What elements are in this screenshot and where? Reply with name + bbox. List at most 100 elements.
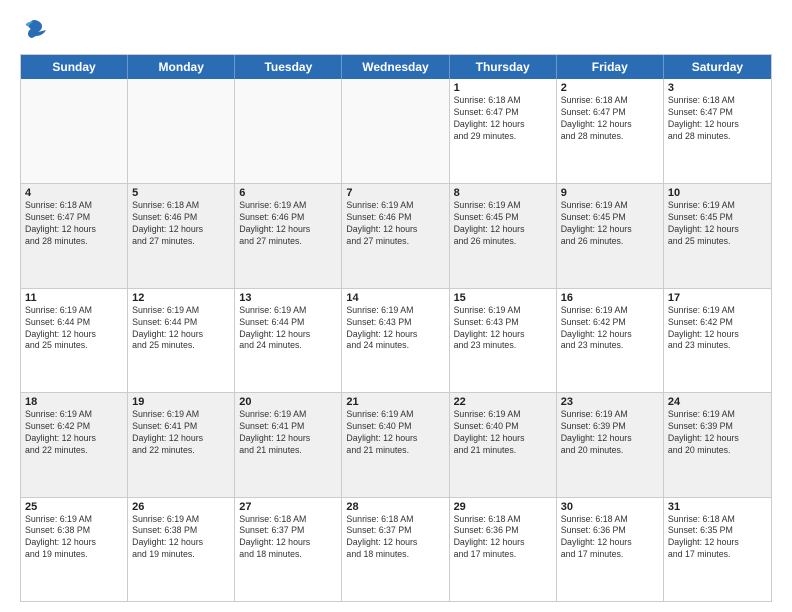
calendar-day: 23Sunrise: 6:19 AM Sunset: 6:39 PM Dayli…	[557, 393, 664, 496]
calendar-day: 27Sunrise: 6:18 AM Sunset: 6:37 PM Dayli…	[235, 498, 342, 601]
day-number: 21	[346, 396, 444, 408]
day-info: Sunrise: 6:19 AM Sunset: 6:44 PM Dayligh…	[239, 305, 337, 353]
day-number: 28	[346, 501, 444, 513]
day-number: 22	[454, 396, 552, 408]
calendar-day: 17Sunrise: 6:19 AM Sunset: 6:42 PM Dayli…	[664, 289, 771, 392]
calendar-day: 3Sunrise: 6:18 AM Sunset: 6:47 PM Daylig…	[664, 79, 771, 183]
calendar-body: 1Sunrise: 6:18 AM Sunset: 6:47 PM Daylig…	[21, 79, 771, 601]
day-number: 24	[668, 396, 767, 408]
day-number: 23	[561, 396, 659, 408]
calendar-day: 13Sunrise: 6:19 AM Sunset: 6:44 PM Dayli…	[235, 289, 342, 392]
calendar-row: 18Sunrise: 6:19 AM Sunset: 6:42 PM Dayli…	[21, 392, 771, 496]
day-info: Sunrise: 6:19 AM Sunset: 6:45 PM Dayligh…	[561, 200, 659, 248]
calendar-day: 15Sunrise: 6:19 AM Sunset: 6:43 PM Dayli…	[450, 289, 557, 392]
calendar-day: 25Sunrise: 6:19 AM Sunset: 6:38 PM Dayli…	[21, 498, 128, 601]
calendar-day: 28Sunrise: 6:18 AM Sunset: 6:37 PM Dayli…	[342, 498, 449, 601]
calendar-day: 6Sunrise: 6:19 AM Sunset: 6:46 PM Daylig…	[235, 184, 342, 287]
day-number: 20	[239, 396, 337, 408]
day-number: 17	[668, 292, 767, 304]
calendar-day: 21Sunrise: 6:19 AM Sunset: 6:40 PM Dayli…	[342, 393, 449, 496]
day-info: Sunrise: 6:19 AM Sunset: 6:45 PM Dayligh…	[668, 200, 767, 248]
day-info: Sunrise: 6:18 AM Sunset: 6:47 PM Dayligh…	[25, 200, 123, 248]
calendar-day: 30Sunrise: 6:18 AM Sunset: 6:36 PM Dayli…	[557, 498, 664, 601]
day-number: 27	[239, 501, 337, 513]
day-info: Sunrise: 6:19 AM Sunset: 6:42 PM Dayligh…	[25, 409, 123, 457]
calendar-day: 16Sunrise: 6:19 AM Sunset: 6:42 PM Dayli…	[557, 289, 664, 392]
day-info: Sunrise: 6:19 AM Sunset: 6:38 PM Dayligh…	[132, 514, 230, 562]
day-info: Sunrise: 6:18 AM Sunset: 6:35 PM Dayligh…	[668, 514, 767, 562]
weekday-header: Thursday	[450, 55, 557, 79]
weekday-header: Friday	[557, 55, 664, 79]
day-info: Sunrise: 6:19 AM Sunset: 6:41 PM Dayligh…	[132, 409, 230, 457]
day-number: 15	[454, 292, 552, 304]
day-info: Sunrise: 6:19 AM Sunset: 6:42 PM Dayligh…	[561, 305, 659, 353]
day-info: Sunrise: 6:19 AM Sunset: 6:39 PM Dayligh…	[561, 409, 659, 457]
logo	[20, 16, 52, 44]
day-info: Sunrise: 6:19 AM Sunset: 6:39 PM Dayligh…	[668, 409, 767, 457]
calendar-day: 7Sunrise: 6:19 AM Sunset: 6:46 PM Daylig…	[342, 184, 449, 287]
day-number: 13	[239, 292, 337, 304]
day-info: Sunrise: 6:19 AM Sunset: 6:45 PM Dayligh…	[454, 200, 552, 248]
day-number: 11	[25, 292, 123, 304]
day-info: Sunrise: 6:18 AM Sunset: 6:47 PM Dayligh…	[668, 95, 767, 143]
page: SundayMondayTuesdayWednesdayThursdayFrid…	[0, 0, 792, 612]
calendar: SundayMondayTuesdayWednesdayThursdayFrid…	[20, 54, 772, 602]
day-number: 4	[25, 187, 123, 199]
calendar-day: 20Sunrise: 6:19 AM Sunset: 6:41 PM Dayli…	[235, 393, 342, 496]
empty-cell	[128, 79, 235, 183]
logo-icon	[20, 16, 48, 44]
day-info: Sunrise: 6:19 AM Sunset: 6:44 PM Dayligh…	[132, 305, 230, 353]
calendar-day: 26Sunrise: 6:19 AM Sunset: 6:38 PM Dayli…	[128, 498, 235, 601]
calendar-day: 11Sunrise: 6:19 AM Sunset: 6:44 PM Dayli…	[21, 289, 128, 392]
day-info: Sunrise: 6:18 AM Sunset: 6:36 PM Dayligh…	[561, 514, 659, 562]
day-number: 14	[346, 292, 444, 304]
calendar-row: 25Sunrise: 6:19 AM Sunset: 6:38 PM Dayli…	[21, 497, 771, 601]
day-number: 6	[239, 187, 337, 199]
calendar-day: 22Sunrise: 6:19 AM Sunset: 6:40 PM Dayli…	[450, 393, 557, 496]
header	[20, 16, 772, 44]
day-number: 29	[454, 501, 552, 513]
day-number: 18	[25, 396, 123, 408]
calendar-header: SundayMondayTuesdayWednesdayThursdayFrid…	[21, 55, 771, 79]
day-info: Sunrise: 6:18 AM Sunset: 6:47 PM Dayligh…	[561, 95, 659, 143]
day-number: 25	[25, 501, 123, 513]
day-number: 2	[561, 82, 659, 94]
day-number: 12	[132, 292, 230, 304]
weekday-header: Wednesday	[342, 55, 449, 79]
day-number: 5	[132, 187, 230, 199]
calendar-day: 8Sunrise: 6:19 AM Sunset: 6:45 PM Daylig…	[450, 184, 557, 287]
day-info: Sunrise: 6:19 AM Sunset: 6:40 PM Dayligh…	[454, 409, 552, 457]
day-number: 10	[668, 187, 767, 199]
day-number: 9	[561, 187, 659, 199]
calendar-row: 4Sunrise: 6:18 AM Sunset: 6:47 PM Daylig…	[21, 183, 771, 287]
day-number: 7	[346, 187, 444, 199]
calendar-day: 1Sunrise: 6:18 AM Sunset: 6:47 PM Daylig…	[450, 79, 557, 183]
calendar-day: 31Sunrise: 6:18 AM Sunset: 6:35 PM Dayli…	[664, 498, 771, 601]
calendar-row: 1Sunrise: 6:18 AM Sunset: 6:47 PM Daylig…	[21, 79, 771, 183]
day-number: 30	[561, 501, 659, 513]
calendar-day: 5Sunrise: 6:18 AM Sunset: 6:46 PM Daylig…	[128, 184, 235, 287]
day-number: 19	[132, 396, 230, 408]
calendar-day: 19Sunrise: 6:19 AM Sunset: 6:41 PM Dayli…	[128, 393, 235, 496]
day-info: Sunrise: 6:19 AM Sunset: 6:41 PM Dayligh…	[239, 409, 337, 457]
day-info: Sunrise: 6:19 AM Sunset: 6:40 PM Dayligh…	[346, 409, 444, 457]
calendar-day: 10Sunrise: 6:19 AM Sunset: 6:45 PM Dayli…	[664, 184, 771, 287]
day-info: Sunrise: 6:18 AM Sunset: 6:36 PM Dayligh…	[454, 514, 552, 562]
calendar-day: 29Sunrise: 6:18 AM Sunset: 6:36 PM Dayli…	[450, 498, 557, 601]
weekday-header: Tuesday	[235, 55, 342, 79]
day-number: 8	[454, 187, 552, 199]
day-info: Sunrise: 6:19 AM Sunset: 6:46 PM Dayligh…	[239, 200, 337, 248]
day-info: Sunrise: 6:19 AM Sunset: 6:46 PM Dayligh…	[346, 200, 444, 248]
weekday-header: Sunday	[21, 55, 128, 79]
day-info: Sunrise: 6:19 AM Sunset: 6:38 PM Dayligh…	[25, 514, 123, 562]
empty-cell	[21, 79, 128, 183]
day-info: Sunrise: 6:18 AM Sunset: 6:37 PM Dayligh…	[239, 514, 337, 562]
day-info: Sunrise: 6:19 AM Sunset: 6:44 PM Dayligh…	[25, 305, 123, 353]
calendar-day: 24Sunrise: 6:19 AM Sunset: 6:39 PM Dayli…	[664, 393, 771, 496]
day-info: Sunrise: 6:18 AM Sunset: 6:37 PM Dayligh…	[346, 514, 444, 562]
day-number: 31	[668, 501, 767, 513]
calendar-day: 2Sunrise: 6:18 AM Sunset: 6:47 PM Daylig…	[557, 79, 664, 183]
day-number: 26	[132, 501, 230, 513]
day-info: Sunrise: 6:18 AM Sunset: 6:46 PM Dayligh…	[132, 200, 230, 248]
calendar-day: 18Sunrise: 6:19 AM Sunset: 6:42 PM Dayli…	[21, 393, 128, 496]
